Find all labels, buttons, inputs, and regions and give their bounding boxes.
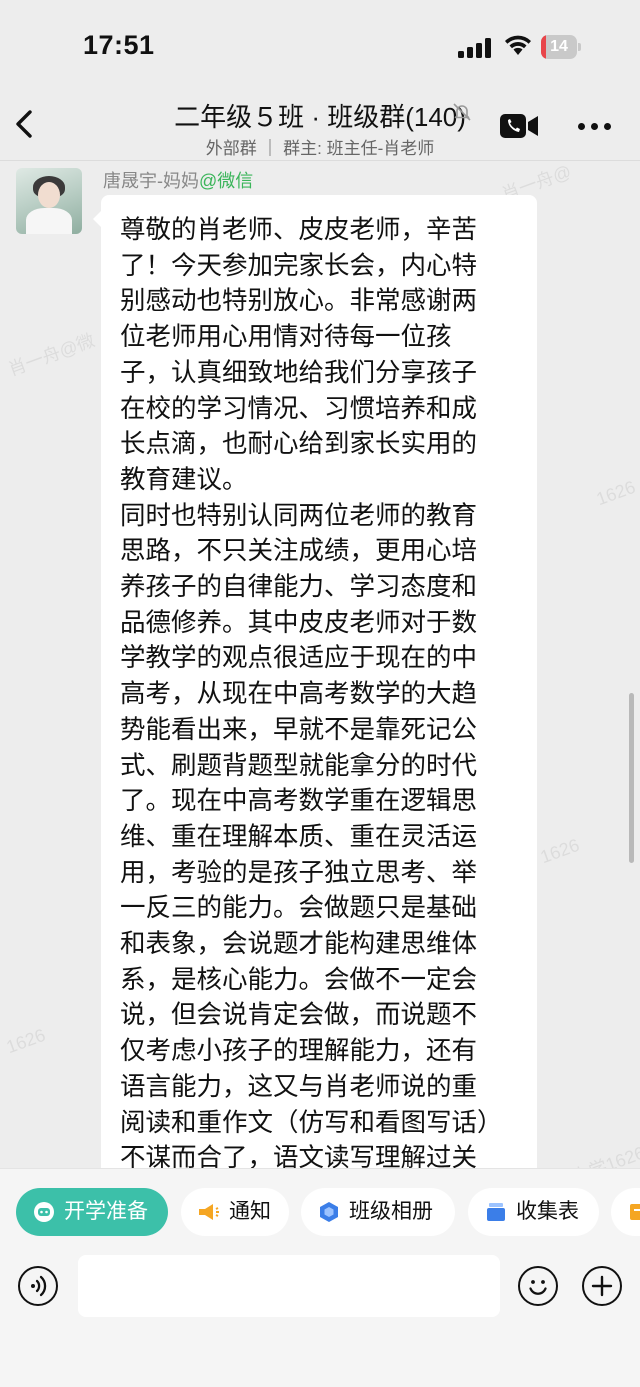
more-functions-button[interactable]	[582, 1266, 622, 1306]
message-line: 阅读和重作文（仿写和看图写话）	[120, 1108, 503, 1137]
watermark: 1626	[593, 476, 639, 510]
message-text: 尊敬的肖老师、皮皮老师，辛苦 了！今天参加完家长会，内心特 别感动也特别放心。非常感…	[120, 213, 520, 1168]
message-line: 同时也特别认同两位老师的教育	[120, 501, 478, 530]
message-line: 维、重在理解本质、重在灵活运	[120, 822, 478, 851]
sender-source: @微信	[199, 171, 254, 191]
message-line: 和表象，会说题才能构建思维体	[120, 930, 478, 959]
plus-icon	[591, 1275, 612, 1296]
megaphone-icon	[199, 1204, 219, 1220]
battery-icon: 14	[541, 35, 581, 59]
message-line: 位老师用心用情对待每一位孩	[120, 323, 452, 352]
quick-action-collect-form[interactable]: 收集表	[468, 1188, 599, 1236]
robot-icon	[34, 1202, 54, 1222]
message-line: 子，认真细致地给我们分享孩子	[120, 358, 478, 387]
quick-action-album[interactable]: 班级相册	[301, 1188, 455, 1236]
more-options-icon[interactable]	[578, 123, 612, 131]
voice-input-button[interactable]	[18, 1266, 58, 1306]
chat-header: 二年级５班 · 班级群(140) 外部群 ｜ 群主: 班主任-肖老师	[0, 96, 640, 161]
scrollbar[interactable]	[629, 693, 634, 863]
quick-action-label: 开学准备	[64, 1200, 148, 1223]
message-line: 式、刷题背题型就能拿分的时代	[120, 751, 478, 780]
watermark: 1626	[537, 834, 583, 868]
quick-action-more[interactable]	[611, 1188, 640, 1236]
chat-title-text: 二年级５班 · 班级群(140)	[174, 102, 466, 132]
message-line: 仅考虑小孩子的理解能力，还有	[120, 1037, 478, 1066]
chat-title[interactable]: 二年级５班 · 班级群(140)	[0, 97, 640, 134]
message-line: 用，考验的是孩子独立思考、举	[120, 858, 478, 887]
message-line: 系，是核心能力。会做不一定会	[120, 965, 478, 994]
sender-name: 唐晟宇-妈妈@微信	[103, 167, 253, 193]
album-icon	[320, 1202, 338, 1222]
quick-action-label: 班级相册	[349, 1200, 433, 1223]
watermark: 肖一舟@微	[5, 330, 98, 380]
quick-action-bar: 开学准备 通知 班级相册 收集表	[0, 1168, 640, 1255]
voice-icon	[30, 1275, 46, 1296]
message-line: 养孩子的自律能力、学习态度和	[120, 573, 478, 602]
watermark: 1626	[3, 1024, 49, 1058]
quick-action-notice[interactable]: 通知	[181, 1188, 289, 1236]
status-bar: 17:51 14	[0, 0, 640, 96]
emoji-button[interactable]	[518, 1266, 558, 1306]
message-line: 尊敬的肖老师、皮皮老师，辛苦	[120, 216, 478, 244]
message-line: 了。现在中高考数学重在逻辑思	[120, 787, 478, 816]
message-line: 在校的学习情况、习惯培养和成	[120, 394, 478, 423]
battery-level-text: 14	[550, 38, 568, 55]
quick-action-label: 收集表	[516, 1200, 579, 1223]
quick-action-school-prep[interactable]: 开学准备	[16, 1188, 168, 1236]
message-line: 品德修养。其中皮皮老师对于数	[120, 608, 478, 637]
message-line: 说，但会说肯定会做，而说题不	[120, 1001, 478, 1030]
video-call-icon[interactable]	[500, 113, 540, 139]
message-line: 教育建议。	[120, 465, 248, 494]
message-input[interactable]	[78, 1255, 500, 1317]
message-line: 势能看出来，早就不是靠死记公	[120, 715, 478, 744]
message-line: 了！今天参加完家长会，内心特	[120, 251, 478, 280]
mute-bell-icon	[453, 103, 471, 121]
sender-name-text: 唐晟宇-妈妈	[103, 171, 199, 191]
message-line: 别感动也特别放心。非常感谢两	[120, 287, 478, 316]
sender-avatar[interactable]	[16, 168, 82, 234]
stack-icon	[487, 1203, 505, 1221]
quick-action-label: 通知	[229, 1200, 271, 1223]
message-line: 语言能力，这又与肖老师说的重	[120, 1072, 478, 1101]
chat-messages[interactable]: 肖一舟@ 肖一舟@微 1626 1626 1626 小学1626 唐晟宇-妈妈@…	[0, 161, 640, 1168]
emoji-icon	[528, 1279, 547, 1295]
input-bar	[0, 1254, 640, 1387]
message-line: 不谋而合了，语文读写理解过关	[120, 1144, 478, 1168]
message-line: 学教学的观点很适应于现在的中	[120, 644, 478, 673]
status-time: 17:51	[83, 30, 155, 60]
cellular-signal-icon	[458, 38, 492, 58]
watermark: 小学1626	[569, 1142, 640, 1168]
message-line: 高考，从现在中高考数学的大趋	[120, 680, 478, 709]
note-icon	[630, 1204, 640, 1220]
message-line: 一反三的能力。会做题只是基础	[120, 894, 478, 923]
message-bubble[interactable]: 尊敬的肖老师、皮皮老师，辛苦 了！今天参加完家长会，内心特 别感动也特别放心。非常感…	[93, 195, 537, 1168]
message-line: 长点滴，也耐心给到家长实用的	[120, 430, 478, 459]
message-line: 思路，不只关注成绩，更用心培	[120, 537, 478, 566]
wifi-icon	[505, 35, 531, 55]
chat-subtitle: 外部群 ｜ 群主: 班主任-肖老师	[205, 139, 435, 158]
